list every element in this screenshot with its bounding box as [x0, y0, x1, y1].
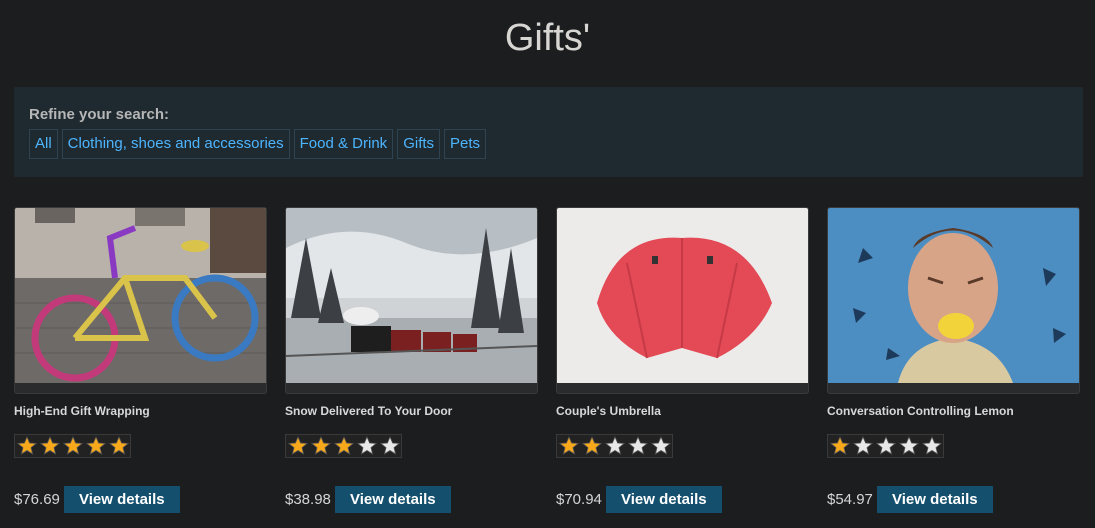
star-empty-icon — [355, 435, 378, 457]
rating-stars — [14, 434, 131, 458]
filter-pets[interactable]: Pets — [444, 129, 487, 159]
view-details-button[interactable]: View details — [877, 486, 993, 513]
view-details-button[interactable]: View details — [606, 486, 722, 513]
view-details-button[interactable]: View details — [335, 486, 451, 513]
star-filled-icon — [557, 435, 580, 457]
filter-panel: Refine your search: All Clothing, shoes … — [14, 87, 1083, 177]
star-empty-icon — [649, 435, 672, 457]
star-filled-icon — [84, 435, 107, 457]
filter-gifts[interactable]: Gifts — [397, 129, 441, 159]
filter-clothing[interactable]: Clothing, shoes and accessories — [61, 129, 290, 159]
product-image-knitted-bicycle[interactable] — [14, 207, 267, 394]
page-title: Gifts' — [504, 17, 591, 59]
star-filled-icon — [309, 435, 332, 457]
product-name[interactable]: High-End Gift Wrapping — [14, 404, 267, 420]
product-price: $76.69 — [14, 491, 60, 508]
product-price: $38.98 — [285, 491, 331, 508]
star-empty-icon — [920, 435, 943, 457]
star-filled-icon — [332, 435, 355, 457]
product-card: Snow Delivered To Your Door $38.98 View … — [285, 207, 538, 513]
star-empty-icon — [603, 435, 626, 457]
product-card: Couple's Umbrella $70.94 View details — [556, 207, 809, 513]
view-details-button[interactable]: View details — [64, 486, 180, 513]
star-filled-icon — [580, 435, 603, 457]
product-image-man-biting-lemon[interactable] — [827, 207, 1080, 394]
star-empty-icon — [378, 435, 401, 457]
product-price: $70.94 — [556, 491, 602, 508]
product-image-red-double-umbrella[interactable] — [556, 207, 809, 394]
star-filled-icon — [107, 435, 130, 457]
star-filled-icon — [286, 435, 309, 457]
product-card: Conversation Controlling Lemon $54.97 Vi… — [827, 207, 1080, 513]
star-filled-icon — [15, 435, 38, 457]
rating-stars — [827, 434, 944, 458]
product-name[interactable]: Conversation Controlling Lemon — [827, 404, 1080, 420]
product-grid: High-End Gift Wrapping $76.69 View detai… — [14, 207, 1080, 513]
filter-food-drink[interactable]: Food & Drink — [293, 129, 394, 159]
star-filled-icon — [61, 435, 84, 457]
filter-label: Refine your search: — [29, 106, 170, 123]
star-filled-icon — [38, 435, 61, 457]
star-empty-icon — [626, 435, 649, 457]
filter-list: All Clothing, shoes and accessories Food… — [29, 129, 487, 159]
star-empty-icon — [851, 435, 874, 457]
rating-stars — [556, 434, 673, 458]
star-empty-icon — [897, 435, 920, 457]
product-name[interactable]: Snow Delivered To Your Door — [285, 404, 538, 420]
rating-stars — [285, 434, 402, 458]
filter-all[interactable]: All — [29, 129, 58, 159]
star-filled-icon — [828, 435, 851, 457]
product-card: High-End Gift Wrapping $76.69 View detai… — [14, 207, 267, 513]
product-image-steam-train-snow[interactable] — [285, 207, 538, 394]
product-price: $54.97 — [827, 491, 873, 508]
star-empty-icon — [874, 435, 897, 457]
product-name[interactable]: Couple's Umbrella — [556, 404, 809, 420]
